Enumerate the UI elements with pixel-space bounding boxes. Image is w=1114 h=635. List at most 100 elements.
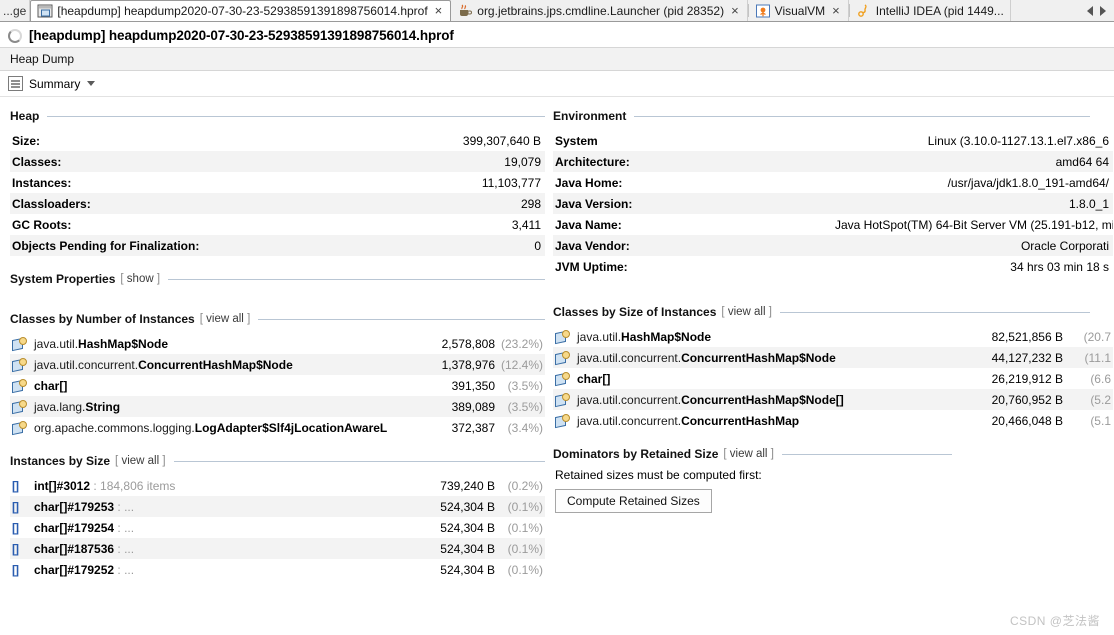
row-percent: (0.1%) bbox=[507, 499, 543, 514]
tab-intellij-idea[interactable]: IntelliJ IDEA (pid 1449... bbox=[849, 0, 1011, 21]
instance-name[interactable]: char[]#179254 : ... bbox=[32, 517, 389, 538]
left-column: Heap Size: 399,307,640 B Classes: 19,079… bbox=[0, 109, 545, 596]
row-value: 3,411 bbox=[511, 217, 541, 232]
instance-name[interactable]: int[]#3012 : 184,806 items bbox=[32, 475, 389, 496]
tab-close-icon[interactable]: × bbox=[829, 4, 842, 19]
table-row[interactable]: java.util.concurrent.ConcurrentHashMap 2… bbox=[553, 410, 1113, 431]
tab-label: [heapdump] heapdump2020-07-30-23-5293859… bbox=[57, 4, 428, 18]
compute-retained-sizes-button[interactable]: Compute Retained Sizes bbox=[555, 489, 712, 513]
classes-by-size-table: java.util.HashMap$Node 82,521,856 B (20.… bbox=[553, 326, 1113, 431]
tab-scroll-controls[interactable] bbox=[1081, 0, 1114, 21]
row-value: 524,304 B bbox=[440, 541, 495, 556]
section-title: Heap bbox=[10, 109, 40, 123]
table-row[interactable]: org.apache.commons.logging.LogAdapter$Sl… bbox=[10, 417, 545, 438]
row-key: GC Roots: bbox=[12, 217, 72, 232]
row-value: 372,387 bbox=[451, 420, 495, 435]
row-key: Architecture: bbox=[555, 154, 630, 169]
table-row[interactable]: [] char[]#179254 : ... 524,304 B (0.1%) bbox=[10, 517, 545, 538]
table-row[interactable]: java.util.concurrent.ConcurrentHashMap$N… bbox=[553, 389, 1113, 410]
table-row[interactable]: [] char[]#179252 : ... 524,304 B (0.1%) bbox=[10, 559, 545, 580]
class-name[interactable]: java.util.HashMap$Node bbox=[32, 333, 389, 354]
tab-close-icon[interactable]: × bbox=[432, 4, 445, 19]
row-key: JVM Uptime: bbox=[555, 259, 628, 274]
class-package: java.util. bbox=[34, 336, 79, 351]
table-row[interactable]: java.util.HashMap$Node 2,578,808 (23.2%) bbox=[10, 333, 545, 354]
view-all-link-label: view all bbox=[121, 455, 160, 467]
instance-name[interactable]: char[]#179253 : ... bbox=[32, 496, 389, 517]
view-all-link[interactable]: [ view all ] bbox=[721, 306, 772, 318]
table-row[interactable]: java.lang.String 389,089 (3.5%) bbox=[10, 396, 545, 417]
table-row[interactable]: [] int[]#3012 : 184,806 items 739,240 B … bbox=[10, 475, 545, 496]
tab-bar[interactable]: ...ge [heapdump] heapdump2020-07-30-23-5… bbox=[0, 0, 1114, 22]
class-name[interactable]: org.apache.commons.logging.LogAdapter$Sl… bbox=[32, 417, 389, 438]
row-percent: (3.4%) bbox=[507, 420, 543, 435]
view-tab-bar[interactable]: Heap Dump bbox=[0, 47, 1114, 71]
view-all-link[interactable]: [ view all ] bbox=[200, 313, 251, 325]
class-name[interactable]: java.util.concurrent.ConcurrentHashMap$N… bbox=[32, 354, 389, 375]
row-value: 524,304 B bbox=[440, 562, 495, 577]
row-key: Classes: bbox=[12, 154, 62, 169]
system-properties-section: System Properties [ show ] bbox=[10, 272, 545, 286]
table-row[interactable]: [] char[]#179253 : ... 524,304 B (0.1%) bbox=[10, 496, 545, 517]
class-package: java.util.concurrent. bbox=[577, 392, 682, 407]
tab-truncated-left[interactable]: ...ge bbox=[0, 0, 31, 21]
row-value: 26,219,912 B bbox=[991, 371, 1063, 386]
row-key: Java Vendor: bbox=[555, 238, 630, 253]
class-name[interactable]: char[] bbox=[32, 375, 389, 396]
tab-scroll-left-icon[interactable] bbox=[1087, 5, 1093, 16]
class-name[interactable]: java.util.HashMap$Node bbox=[575, 326, 957, 347]
table-row[interactable]: char[] 391,350 (3.5%) bbox=[10, 375, 545, 396]
class-simple-name: char[] bbox=[34, 378, 68, 393]
class-icon bbox=[553, 368, 575, 389]
view-toolbar[interactable]: Summary bbox=[0, 71, 1114, 97]
section-title: Instances by Size bbox=[10, 454, 111, 468]
table-row: Classes: 19,079 bbox=[10, 151, 545, 172]
class-name[interactable]: char[] bbox=[575, 368, 957, 389]
table-row[interactable]: [] char[]#187536 : ... 524,304 B (0.1%) bbox=[10, 538, 545, 559]
system-properties-header: System Properties [ show ] bbox=[10, 272, 545, 286]
table-row: GC Roots: 3,411 bbox=[10, 214, 545, 235]
row-percent: (0.1%) bbox=[507, 541, 543, 556]
tab-scroll-right-icon[interactable] bbox=[1100, 5, 1106, 16]
instance-name[interactable]: char[]#179252 : ... bbox=[32, 559, 389, 580]
class-simple-name: char[] bbox=[577, 371, 611, 386]
class-name[interactable]: java.util.concurrent.ConcurrentHashMap$N… bbox=[575, 389, 957, 410]
class-icon bbox=[10, 396, 32, 417]
row-value: 11,103,777 bbox=[481, 175, 541, 190]
page-title: [heapdump] heapdump2020-07-30-23-5293859… bbox=[29, 28, 454, 43]
chevron-down-icon[interactable] bbox=[87, 81, 96, 86]
table-row[interactable]: java.util.concurrent.ConcurrentHashMap$N… bbox=[10, 354, 545, 375]
classes-by-count-table: java.util.HashMap$Node 2,578,808 (23.2%)… bbox=[10, 333, 545, 438]
row-percent: (20.7 bbox=[1083, 329, 1111, 344]
instance-id: char[]#187536 bbox=[34, 541, 115, 556]
table-row[interactable]: char[] 26,219,912 B (6.6 bbox=[553, 368, 1113, 389]
class-package: java.util.concurrent. bbox=[577, 350, 682, 365]
tab-close-icon[interactable]: × bbox=[728, 4, 741, 19]
section-rule bbox=[781, 453, 952, 455]
instance-name[interactable]: char[]#187536 : ... bbox=[32, 538, 389, 559]
section-rule bbox=[779, 311, 1090, 313]
view-all-link[interactable]: [ view all ] bbox=[723, 448, 774, 460]
class-simple-name: HashMap$Node bbox=[621, 329, 712, 344]
table-row[interactable]: java.util.HashMap$Node 82,521,856 B (20.… bbox=[553, 326, 1113, 347]
class-name[interactable]: java.lang.String bbox=[32, 396, 389, 417]
row-key: Instances: bbox=[12, 175, 72, 190]
class-simple-name: String bbox=[85, 399, 121, 414]
tab-heapdump[interactable]: [heapdump] heapdump2020-07-30-23-5293859… bbox=[30, 0, 452, 21]
row-value: 20,760,952 B bbox=[991, 392, 1063, 407]
view-all-link[interactable]: [ view all ] bbox=[115, 455, 166, 467]
instance-id: char[]#179252 bbox=[34, 562, 115, 577]
section-rule bbox=[168, 278, 545, 280]
show-link[interactable]: [ show ] bbox=[120, 273, 160, 285]
class-name[interactable]: java.util.concurrent.ConcurrentHashMap bbox=[575, 410, 957, 431]
section-rule bbox=[258, 318, 545, 320]
tab-jps-launcher[interactable]: org.jetbrains.jps.cmdline.Launcher (pid … bbox=[451, 0, 748, 21]
tab-heap-dump[interactable]: Heap Dump bbox=[0, 48, 87, 70]
instance-detail: : ... bbox=[114, 541, 135, 556]
row-percent: (3.5%) bbox=[507, 399, 543, 414]
tab-visualvm[interactable]: VisualVM × bbox=[748, 0, 849, 21]
view-selector-label[interactable]: Summary bbox=[29, 77, 80, 91]
class-name[interactable]: java.util.concurrent.ConcurrentHashMap$N… bbox=[575, 347, 957, 368]
environment-table: System Linux (3.10.0-1127.13.1.el7.x86_6… bbox=[553, 130, 1113, 277]
table-row[interactable]: java.util.concurrent.ConcurrentHashMap$N… bbox=[553, 347, 1113, 368]
